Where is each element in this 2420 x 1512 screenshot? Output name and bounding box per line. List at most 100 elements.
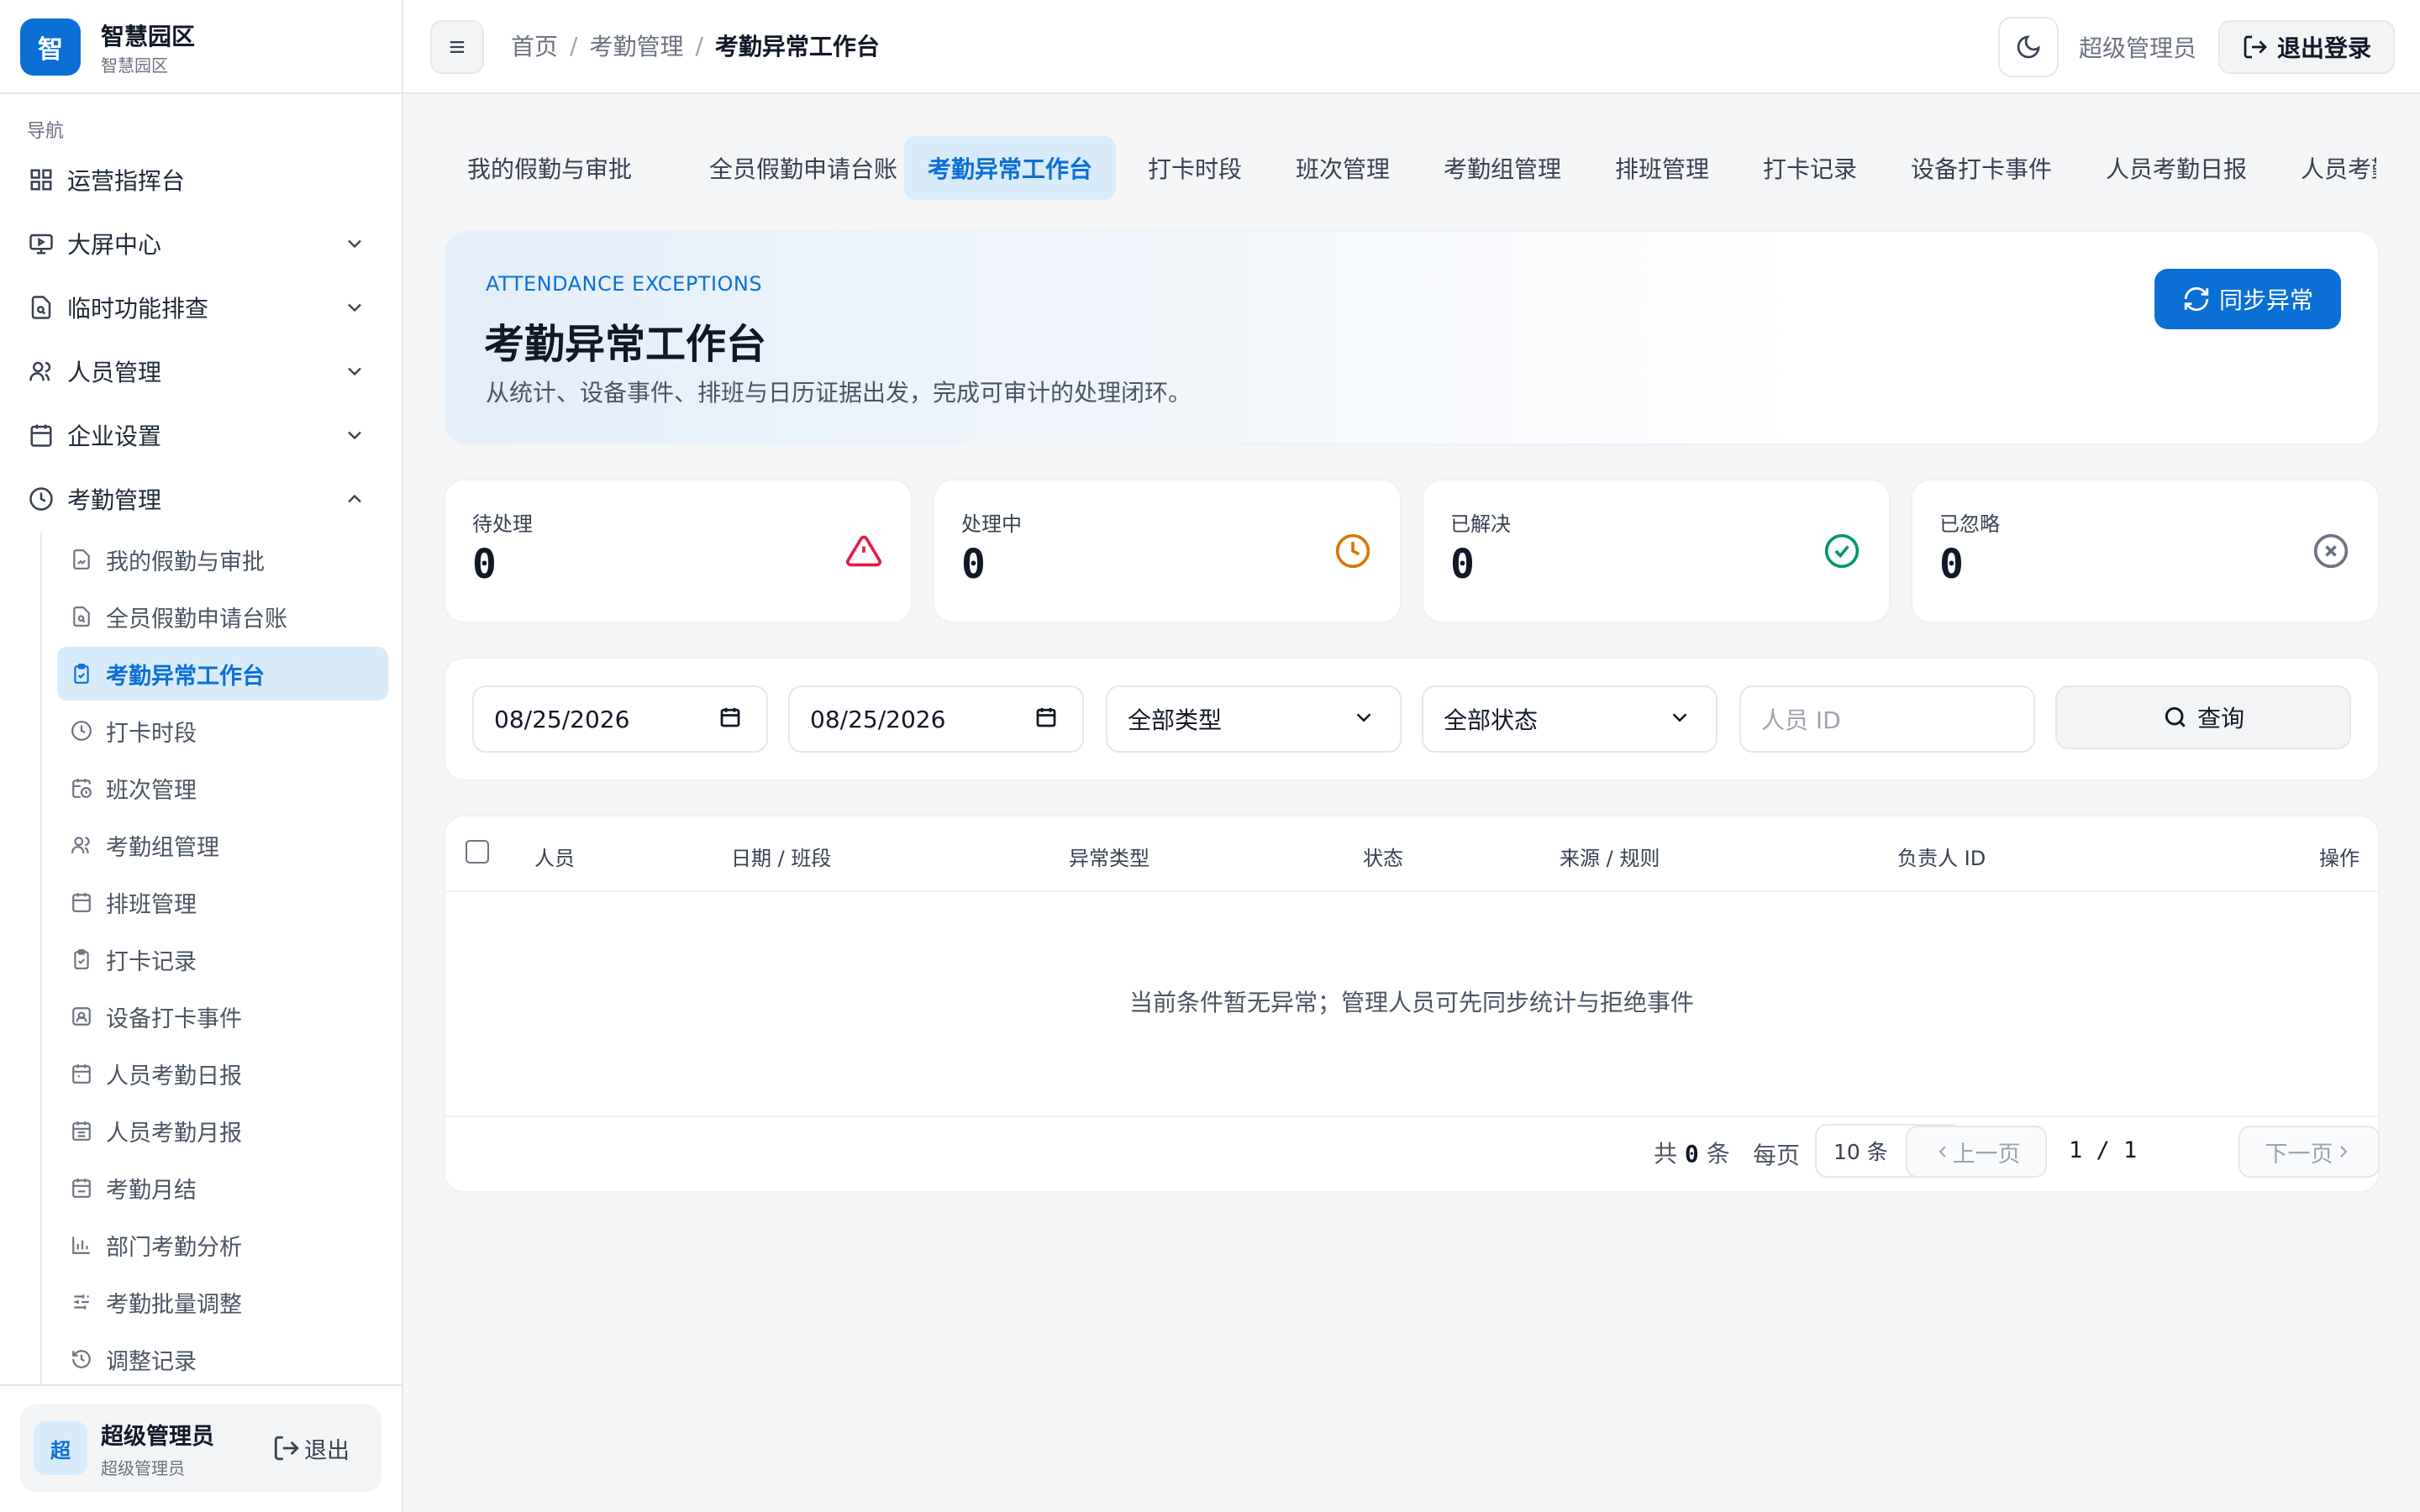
pagination: 共 0 条 每页 10 条 上一页 1 / 1 下一页 (445, 1116, 2380, 1193)
submenu-item-batch-adjust[interactable]: 考勤批量调整 (57, 1275, 388, 1329)
scan-face-icon (69, 1004, 94, 1029)
status-select[interactable]: 全部状态 (1422, 685, 1718, 753)
query-label: 查询 (2196, 705, 2244, 732)
logout-button[interactable]: 退出登录 (2218, 20, 2395, 74)
logout-label: 退出登录 (2276, 34, 2371, 62)
submenu-item-label: 人员考勤月报 (106, 1120, 242, 1147)
chevron-left-icon (1933, 1142, 1953, 1162)
tab-punch-periods[interactable]: 打卡时段 (1124, 136, 1265, 200)
breadcrumb: 首页 / 考勤管理 / 考勤异常工作台 (511, 29, 880, 62)
stat-label: 已忽略 (1939, 512, 2000, 536)
next-page-button[interactable]: 下一页 (2238, 1126, 2380, 1178)
sidebar-item-attendance[interactable]: 考勤管理 (17, 472, 387, 526)
date-to-input[interactable]: 08/25/2026 (788, 685, 1084, 753)
date-from-input[interactable]: 08/25/2026 (472, 685, 768, 753)
clipboard-check-icon (69, 661, 94, 686)
tab-punch-records[interactable]: 打卡记录 (1739, 136, 1881, 200)
theme-toggle-button[interactable] (1998, 17, 2059, 77)
sync-exceptions-button[interactable]: 同步异常 (2154, 269, 2341, 329)
submenu-item-dept-analysis[interactable]: 部门考勤分析 (57, 1218, 388, 1272)
moon-icon (2015, 34, 2042, 60)
submenu-item-device-events[interactable]: 设备打卡事件 (57, 990, 388, 1043)
sidebar-item-personnel[interactable]: 人员管理 (17, 344, 387, 398)
clipboard-check-icon (69, 947, 94, 972)
sliders-icon (69, 1289, 94, 1315)
submenu-item-month-close[interactable]: 考勤月结 (57, 1161, 388, 1215)
submenu-item-label: 班次管理 (106, 777, 197, 804)
submenu-item-shift-management[interactable]: 班次管理 (57, 761, 388, 815)
tab-monthly-report[interactable]: 人员考勤 (2277, 136, 2376, 200)
sidebar-item-ops-dashboard[interactable]: 运营指挥台 (17, 153, 387, 207)
column-header-owner-id: 负责人 ID (1897, 847, 1986, 870)
column-header-date-shift: 日期 / 班段 (731, 847, 832, 870)
person-id-placeholder: 人员 ID (1761, 706, 1841, 734)
tab-exception-workbench[interactable]: 考勤异常工作台 (904, 136, 1117, 200)
sidebar-item-temp-check[interactable]: 临时功能排查 (17, 281, 387, 334)
sidebar-logout-button[interactable]: 退出 (272, 1428, 350, 1468)
chevron-up-icon (343, 487, 366, 511)
submenu-item-exception-workbench[interactable]: 考勤异常工作台 (57, 647, 388, 701)
submenu-item-daily-report[interactable]: 人员考勤日报 (57, 1047, 388, 1100)
query-button[interactable]: 查询 (2055, 685, 2351, 749)
stat-value: 0 (1450, 541, 1475, 588)
tab-my-leave[interactable]: 我的假勤与审批 (444, 136, 655, 200)
submenu-item-monthly-report[interactable]: 人员考勤月报 (57, 1104, 388, 1158)
breadcrumb-current: 考勤异常工作台 (714, 33, 880, 60)
clock-icon (27, 485, 55, 513)
calendar-month-icon (69, 1118, 94, 1143)
submenu-item-label: 设备打卡事件 (106, 1005, 242, 1032)
submenu-item-punch-periods[interactable]: 打卡时段 (57, 704, 388, 758)
stat-label: 处理中 (961, 512, 1022, 536)
submenu-item-scheduling[interactable]: 排班管理 (57, 875, 388, 929)
avatar: 超 (34, 1421, 87, 1475)
submenu-item-label: 部门考勤分析 (106, 1234, 242, 1261)
calendar-icon (1034, 705, 1062, 733)
stat-label: 已解决 (1450, 512, 1511, 536)
toggle-sidebar-button[interactable] (430, 20, 484, 74)
submenu-item-my-leave[interactable]: 我的假勤与审批 (57, 533, 388, 586)
person-id-input[interactable]: 人员 ID (1739, 685, 2035, 753)
bar-chart-icon (69, 1232, 94, 1257)
submenu-item-punch-records[interactable]: 打卡记录 (57, 932, 388, 986)
table-header: 人员 日期 / 班段 异常类型 状态 来源 / 规则 负责人 ID 操作 (445, 816, 2378, 892)
next-page-label: 下一页 (2265, 1141, 2333, 1168)
calendar-icon (718, 705, 746, 733)
breadcrumb-attendance[interactable]: 考勤管理 (589, 29, 683, 62)
brand-subtitle: 智慧园区 (101, 55, 168, 76)
history-icon (69, 1347, 94, 1372)
tab-device-events[interactable]: 设备打卡事件 (1887, 136, 2075, 200)
chevron-down-icon (1667, 705, 1696, 733)
logout-icon (2242, 34, 2269, 60)
select-all-checkbox[interactable] (466, 840, 489, 864)
dashboard-icon (27, 165, 55, 194)
tab-scheduling[interactable]: 排班管理 (1591, 136, 1733, 200)
page-indicator: 1 / 1 (2069, 1137, 2138, 1163)
submenu-item-adjust-history[interactable]: 调整记录 (57, 1332, 388, 1386)
check-circle-icon (1823, 533, 1860, 570)
tab-shift-management[interactable]: 班次管理 (1272, 136, 1413, 200)
type-select[interactable]: 全部类型 (1106, 685, 1402, 753)
sidebar-item-label: 运营指挥台 (67, 167, 186, 195)
breadcrumb-home[interactable]: 首页 (511, 29, 558, 62)
refresh-icon (2182, 285, 2211, 313)
date-to-value: 08/25/2026 (810, 705, 946, 733)
tab-daily-report[interactable]: 人员考勤日报 (2082, 136, 2270, 200)
submenu-item-label: 考勤异常工作台 (106, 663, 265, 690)
file-sign-icon (69, 547, 94, 572)
submenu-item-label: 全员假勤申请台账 (106, 606, 287, 633)
user-role: 超级管理员 (101, 1458, 185, 1478)
total-value: 0 (1684, 1140, 1699, 1168)
exceptions-table: 人员 日期 / 班段 异常类型 状态 来源 / 规则 负责人 ID 操作 当前条… (444, 815, 2380, 1193)
chevron-down-icon (343, 296, 366, 319)
sidebar-item-screen-center[interactable]: 大屏中心 (17, 217, 387, 270)
prev-page-button[interactable]: 上一页 (1906, 1126, 2047, 1178)
sidebar-item-company-settings[interactable]: 企业设置 (17, 408, 387, 462)
breadcrumb-separator: / (570, 31, 578, 60)
tab-attendance-groups[interactable]: 考勤组管理 (1420, 136, 1585, 200)
nav-section-label: 导航 (27, 121, 65, 142)
tab-leave-ledger[interactable]: 全员假勤申请台账 (686, 136, 921, 200)
screen-icon (27, 229, 55, 258)
breadcrumb-separator: / (695, 31, 703, 60)
submenu-item-attendance-groups[interactable]: 考勤组管理 (57, 818, 388, 872)
submenu-item-leave-ledger[interactable]: 全员假勤申请台账 (57, 590, 388, 643)
